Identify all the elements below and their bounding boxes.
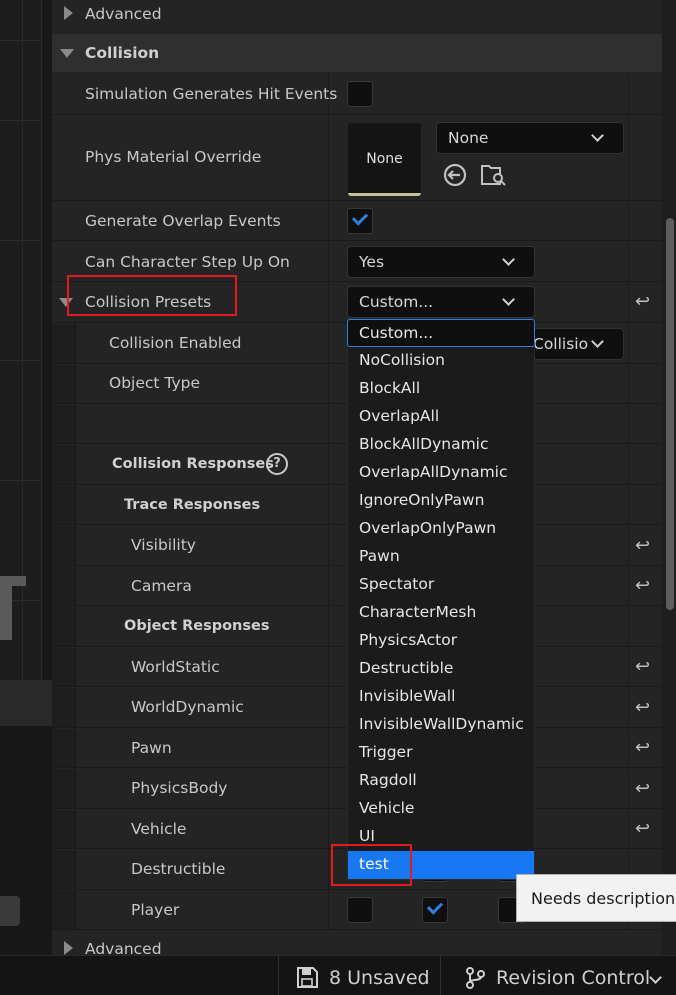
viewport-object xyxy=(0,576,12,640)
advanced-section-header[interactable]: Advanced xyxy=(52,0,662,32)
chevron-down-icon xyxy=(591,129,604,142)
property-label: WorldDynamic xyxy=(131,698,244,716)
dropdown-item[interactable]: IgnoreOnlyPawn xyxy=(348,487,534,515)
reset-to-default-icon[interactable]: ↩ xyxy=(635,780,655,798)
tooltip: Needs description xyxy=(516,874,676,922)
property-label: Visibility xyxy=(131,536,196,554)
property-label: Camera xyxy=(131,577,192,595)
player-ignore-checkbox[interactable] xyxy=(347,897,373,923)
collision-section-header[interactable]: Collision xyxy=(52,34,662,72)
property-label: Pawn xyxy=(131,739,172,757)
advanced-section-header[interactable]: Advanced xyxy=(52,931,662,955)
grid-line xyxy=(0,40,42,41)
property-row: Generate Overlap Events xyxy=(52,202,662,241)
collapse-arrow-icon[interactable] xyxy=(60,49,74,58)
collision-label: Collision xyxy=(85,44,160,62)
dropdown-item[interactable]: Ragdoll xyxy=(348,767,534,795)
dropdown-item[interactable]: Spectator xyxy=(348,571,534,599)
dropdown-item[interactable]: Pawn xyxy=(348,543,534,571)
revision-control-icon[interactable] xyxy=(464,966,486,990)
reset-to-default-icon[interactable]: ↩ xyxy=(635,820,655,838)
help-icon[interactable]: ? xyxy=(266,453,288,475)
status-bar: 8 Unsaved Revision Control xyxy=(0,955,676,995)
dropdown-item[interactable]: InvisibleWallDynamic xyxy=(348,711,534,739)
chevron-down-icon xyxy=(502,293,515,306)
reset-to-default-icon[interactable]: ↩ xyxy=(635,658,655,676)
object-responses-label: Object Responses xyxy=(124,618,270,634)
highlight-box xyxy=(331,844,412,886)
scrollbar-thumb[interactable] xyxy=(666,218,674,610)
viewport-band xyxy=(0,680,52,726)
reset-to-default-icon[interactable]: ↩ xyxy=(635,739,655,757)
dropdown-item[interactable]: InvisibleWall xyxy=(348,683,534,711)
dropdown-item[interactable]: BlockAllDynamic xyxy=(348,431,534,459)
asset-thumbnail[interactable]: None xyxy=(348,123,421,196)
dropdown-item[interactable]: Destructible xyxy=(348,655,534,683)
grid-line xyxy=(0,480,42,481)
chevron-down-icon xyxy=(591,335,604,348)
revision-control-button[interactable]: Revision Control xyxy=(496,967,650,989)
property-label: Phys Material Override xyxy=(85,148,262,166)
dropdown-item[interactable]: OverlapOnlyPawn xyxy=(348,515,534,543)
unsaved-count[interactable]: 8 Unsaved xyxy=(329,967,430,989)
grid-line xyxy=(0,360,42,361)
checkmark-icon xyxy=(426,898,444,915)
property-row: Simulation Generates Hit Events xyxy=(52,74,662,115)
collision-presets-combo[interactable]: Custom... xyxy=(347,286,535,318)
collision-enabled-combo[interactable]: Collisio xyxy=(520,328,624,360)
property-label: Can Character Step Up On xyxy=(85,253,290,271)
dropdown-item[interactable]: NoCollision xyxy=(348,347,534,375)
use-selected-asset-icon[interactable] xyxy=(442,162,468,188)
dropdown-item[interactable]: Vehicle xyxy=(348,795,534,823)
property-label: Player xyxy=(131,901,180,919)
step-up-combo[interactable]: Yes xyxy=(347,246,535,278)
property-label: Collision Enabled xyxy=(109,334,242,352)
property-label: Generate Overlap Events xyxy=(85,212,281,230)
chevron-down-icon xyxy=(502,253,515,266)
trace-responses-label: Trace Responses xyxy=(124,497,261,513)
expand-arrow-icon[interactable] xyxy=(64,941,73,955)
chevron-down-icon[interactable] xyxy=(649,971,662,984)
reset-to-default-icon[interactable]: ↩ xyxy=(635,537,655,555)
property-label: Vehicle xyxy=(131,820,187,838)
property-label: Simulation Generates Hit Events xyxy=(85,85,338,103)
reset-to-default-icon[interactable]: ↩ xyxy=(635,293,655,311)
property-label: Destructible xyxy=(131,860,226,878)
property-label: Object Type xyxy=(109,374,201,392)
player-overlap-checkbox[interactable] xyxy=(422,897,448,923)
dropdown-item[interactable]: Trigger xyxy=(348,739,534,767)
dropdown-item[interactable]: PhysicsActor xyxy=(348,627,534,655)
property-label: PhysicsBody xyxy=(131,779,228,797)
reset-to-default-icon[interactable]: ↩ xyxy=(635,577,655,595)
dropdown-search-input[interactable]: Custom... xyxy=(347,319,535,347)
dropdown-item[interactable]: OverlapAllDynamic xyxy=(348,459,534,487)
highlight-box xyxy=(67,275,237,316)
overlap-events-checkbox[interactable] xyxy=(347,208,373,234)
property-label: WorldStatic xyxy=(131,658,220,676)
advanced-label: Advanced xyxy=(85,5,162,23)
collision-responses-label: Collision Responses xyxy=(112,456,274,472)
dropdown-item[interactable]: CharacterMesh xyxy=(348,599,534,627)
viewport-button[interactable] xyxy=(0,896,20,926)
reset-to-default-icon[interactable]: ↩ xyxy=(635,699,655,717)
phys-material-combo[interactable]: None xyxy=(436,122,624,154)
save-icon[interactable] xyxy=(296,966,320,990)
expand-arrow-icon[interactable] xyxy=(64,6,73,20)
dropdown-item[interactable]: OverlapAll xyxy=(348,403,534,431)
advanced-label: Advanced xyxy=(85,940,162,955)
grid-line xyxy=(0,240,42,241)
dropdown-item[interactable]: BlockAll xyxy=(348,375,534,403)
grid-line xyxy=(0,120,42,121)
sim-hit-events-checkbox[interactable] xyxy=(347,81,373,107)
browse-asset-icon[interactable] xyxy=(480,162,508,188)
checkmark-icon xyxy=(351,209,369,226)
